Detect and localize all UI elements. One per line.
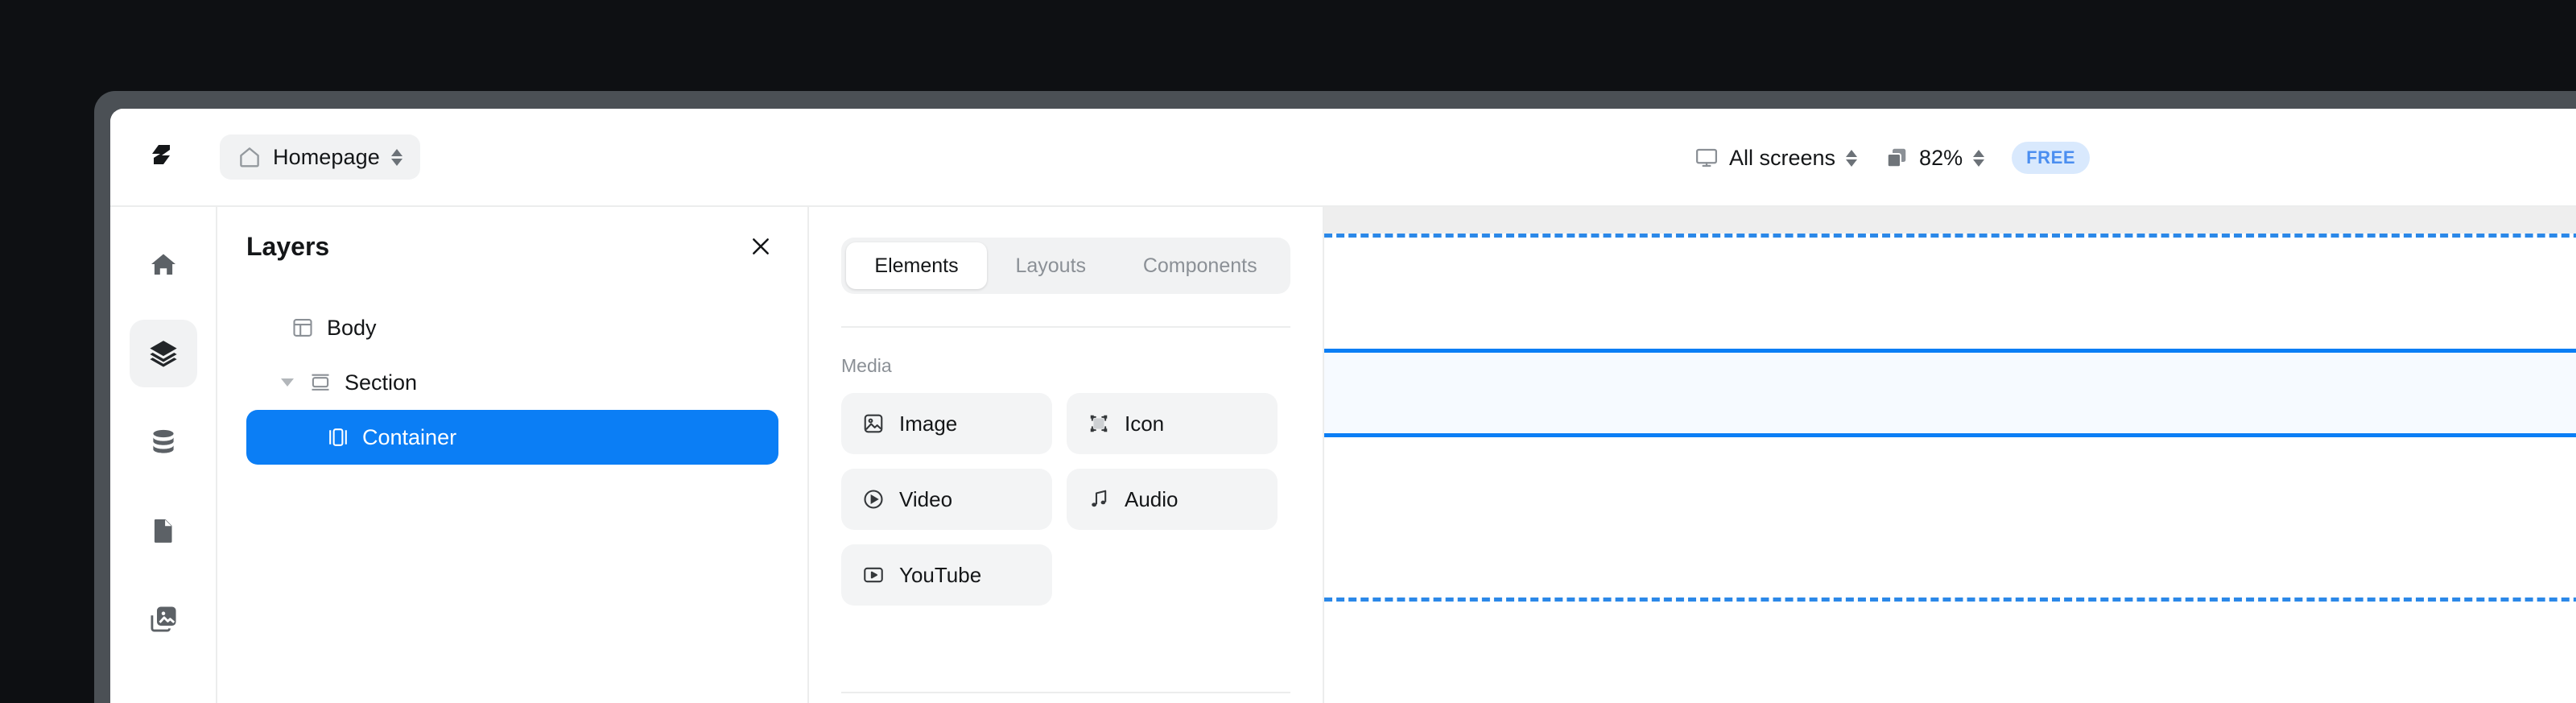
up-down-chevron-icon[interactable] [1846,150,1857,167]
page-selector-label: Homepage [273,145,380,170]
image-icon [862,412,885,435]
canvas-top-strip [1324,207,2576,234]
plan-badge[interactable]: FREE [2012,142,2090,174]
layer-label: Section [345,370,417,395]
rail-item-layers[interactable] [130,320,197,387]
layer-row-body[interactable]: Body [246,300,778,355]
layer-row-section[interactable]: Section [246,355,778,410]
canvas-guide-bottom [1324,598,2576,602]
element-card-audio[interactable]: Audio [1067,469,1278,530]
zoom-selector[interactable]: 82% [1885,138,1984,178]
layer-tree: Body Section [246,300,778,465]
left-icon-rail [110,207,217,703]
up-down-chevron-icon[interactable] [1973,150,1984,167]
media-element-grid: Image [841,393,1290,606]
element-card-label: Image [899,411,957,436]
element-card-label: YouTube [899,563,981,588]
home-icon [237,145,262,169]
element-card-label: Audio [1125,487,1179,512]
top-bar: Homepage All screens [110,109,2576,207]
element-card-icon[interactable]: Icon [1067,393,1278,454]
app-window-body: Homepage All screens [110,109,2576,703]
screens-selector-label: All screens [1729,146,1835,171]
database-icon [149,428,178,457]
rail-item-pages[interactable] [130,497,197,564]
elements-panel-tabs: Elements Layouts Components [841,238,1290,294]
icon-frame-icon [1088,412,1110,435]
element-card-video[interactable]: Video [841,469,1052,530]
canvas-guide-top [1324,234,2576,238]
body-layout-icon [291,316,314,339]
tab-elements[interactable]: Elements [846,242,987,289]
page-file-icon [149,516,178,545]
close-x-icon[interactable] [743,229,778,264]
element-card-label: Video [899,487,952,512]
up-down-chevron-icon[interactable] [391,149,402,166]
rail-item-data[interactable] [130,408,197,476]
top-bar-right-controls: All screens 82% FREE [1695,109,2090,207]
elements-panel-bottom-divider [841,692,1290,693]
tab-components[interactable]: Components [1114,242,1286,289]
layers-panel: Layers Body [217,207,809,703]
rail-item-home[interactable] [130,231,197,299]
layers-stack-icon [148,338,179,369]
screens-selector[interactable]: All screens [1695,138,1857,178]
music-note-icon [1088,488,1110,511]
layer-row-container[interactable]: Container [246,410,778,465]
chevron-down-icon[interactable] [279,378,296,387]
layer-label: Body [327,316,377,341]
canvas-selected-container-outline[interactable] [1324,349,2576,437]
layers-panel-header: Layers [246,207,778,286]
app-window-frame: Homepage All screens [94,91,2576,703]
elements-panel: Elements Layouts Components Media Image [809,207,1324,703]
container-icon [327,426,349,449]
layers-square-icon [1885,146,1909,170]
youtube-play-icon [862,564,885,586]
section-icon [309,371,332,394]
element-card-youtube[interactable]: YouTube [841,544,1052,606]
element-card-label: Icon [1125,411,1164,436]
layers-panel-title: Layers [246,232,329,262]
play-circle-icon [862,488,885,511]
design-canvas[interactable] [1324,207,2576,703]
tab-layouts[interactable]: Layouts [987,242,1114,289]
home-filled-icon [149,250,178,279]
layer-label: Container [362,425,456,450]
element-card-image[interactable]: Image [841,393,1052,454]
zoom-level-label: 82% [1919,146,1963,171]
rail-item-assets[interactable] [130,585,197,653]
images-stack-icon [149,605,178,634]
monitor-icon [1695,146,1719,170]
page-selector[interactable]: Homepage [220,134,420,180]
lightning-logo-icon[interactable] [144,139,181,176]
tabs-divider [841,326,1290,328]
group-title-media: Media [841,355,1290,377]
